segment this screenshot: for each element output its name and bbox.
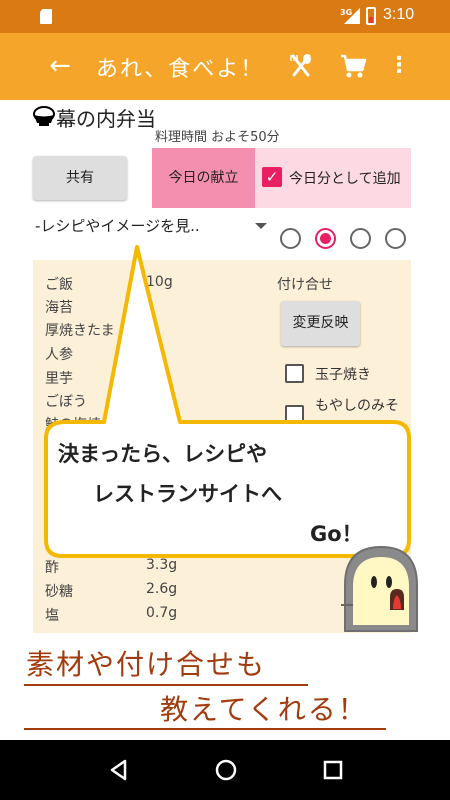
radio-option-3[interactable] <box>350 228 371 249</box>
ingredient-name: 海苔 <box>45 300 73 316</box>
add-today-label: 今日分として追加 <box>289 171 401 187</box>
dropdown-value: -レシピやイメージを見.. <box>35 217 200 235</box>
add-today-checkbox[interactable]: ✓ <box>262 167 282 187</box>
mascot-oven-icon <box>341 545 418 632</box>
ingredient-name: 酢 <box>45 560 59 576</box>
share-button[interactable]: 共有 <box>33 156 127 200</box>
ingredient-name: 里芋 <box>45 371 73 387</box>
ingredient-name: ごぼう <box>45 394 87 410</box>
back-nav-icon[interactable] <box>104 755 134 785</box>
ingredient-name: ご飯 <box>45 277 73 293</box>
recents-nav-icon[interactable] <box>318 755 348 785</box>
fork-spoon-icon[interactable] <box>286 51 316 81</box>
side-dish-checkbox[interactable] <box>285 364 304 383</box>
battery-icon <box>366 7 376 25</box>
home-nav-icon[interactable] <box>211 755 241 785</box>
ingredient-amount: 3.3g <box>146 557 178 573</box>
more-vert-icon[interactable]: ⋮ <box>388 51 410 81</box>
bubble-text-line2: レストランサイトへ <box>93 482 282 506</box>
radio-option-1[interactable] <box>280 228 301 249</box>
ingredient-name: 砂糖 <box>45 584 73 600</box>
radio-option-2[interactable] <box>315 228 336 249</box>
side-dish-item: 玉子焼き <box>315 367 371 383</box>
ingredient-name: 塩 <box>45 608 59 624</box>
chevron-down-icon <box>255 223 267 229</box>
app-bar: ← あれ、食べよ！ ⋮ <box>0 33 450 100</box>
sd-card-icon <box>40 9 52 24</box>
cook-time: 料理時間 およそ50分 <box>155 130 280 145</box>
ingredient-amount: 0.7g <box>146 605 178 621</box>
app-title: あれ、食べよ！ <box>96 57 265 82</box>
promo-underline <box>24 684 308 686</box>
today-menu-button[interactable]: 今日の献立 <box>152 148 255 208</box>
ingredient-name: 鮭の塩焼 <box>45 417 101 433</box>
ingredient-name: 厚焼きたま <box>45 323 115 339</box>
promo-text-line2: 教えてくれる！ <box>160 693 368 726</box>
apply-changes-button[interactable]: 変更反映 <box>281 301 360 346</box>
system-nav-bar <box>0 740 450 800</box>
ingredient-amount: 2.6g <box>146 581 178 597</box>
promo-text-line1: 素材や付け合せも <box>26 648 267 681</box>
ingredient-amount: 10g <box>146 274 173 290</box>
bubble-text-line3: Go！ <box>310 522 363 546</box>
side-dish-checkbox[interactable] <box>285 405 304 424</box>
radio-option-4[interactable] <box>385 228 406 249</box>
recipe-image-dropdown[interactable]: -レシピやイメージを見.. <box>33 213 270 243</box>
arrow-back-icon[interactable]: ← <box>45 51 75 81</box>
status-time: 3:10 <box>383 6 415 23</box>
ingredient-name: 人参 <box>45 347 73 363</box>
network-type: 3G <box>340 8 353 17</box>
add-today-toggle[interactable]: ✓ 今日分として追加 <box>255 148 411 208</box>
side-dish-item: もやしのみそ <box>315 398 399 414</box>
cart-icon[interactable] <box>338 51 368 81</box>
promo-underline <box>24 728 386 730</box>
status-bar: 3G 3:10 <box>0 0 450 33</box>
rice-bowl-icon <box>33 106 55 126</box>
bubble-text-line1: 決まったら、レシピや <box>58 442 268 466</box>
side-dish-label: 付け合せ <box>277 277 333 293</box>
recipe-title: 幕の内弁当 <box>56 107 156 131</box>
